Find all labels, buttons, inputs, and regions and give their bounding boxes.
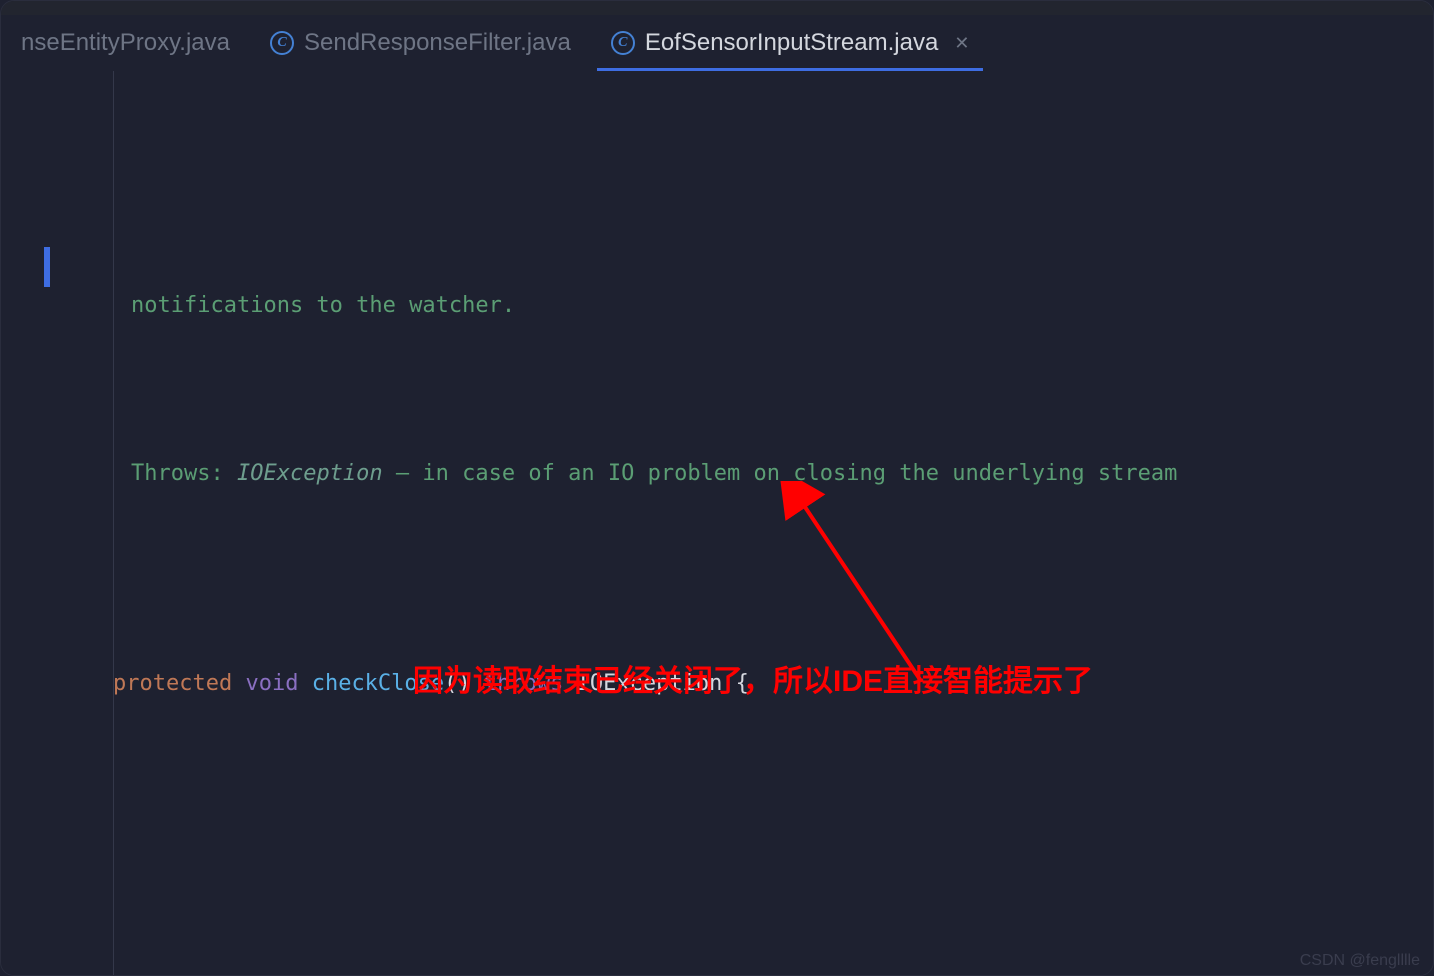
tab-eof-sensor-input-stream[interactable]: C EofSensorInputStream.java ✕ [591,15,990,71]
annotation-text: 因为读取结束已经关闭了，所以IDE直接智能提示了 [413,661,1093,703]
code-area[interactable]: notifications to the watcher. Throws: IO… [51,71,1433,975]
tab-bar: nseEntityProxy.java C SendResponseFilter… [1,15,1433,71]
ide-window: nseEntityProxy.java C SendResponseFilter… [0,0,1434,976]
breakpoint-indicator[interactable] [44,247,50,287]
java-class-icon: C [611,31,635,55]
tab-send-response-filter[interactable]: C SendResponseFilter.java [250,15,591,71]
java-class-icon: C [270,31,294,55]
tab-label: EofSensorInputStream.java [645,29,939,57]
tab-entity-proxy[interactable]: nseEntityProxy.java [1,15,250,71]
close-icon[interactable]: ✕ [954,33,969,54]
blank-line [51,873,1433,915]
window-topbar [1,1,1433,15]
tab-label: SendResponseFilter.java [304,29,571,57]
watermark: CSDN @fenglllle [1300,952,1420,970]
tab-label: nseEntityProxy.java [21,29,230,57]
doc-line: notifications to the watcher. [51,285,1433,327]
gutter [1,71,51,975]
doc-throws-line: Throws: IOException – in case of an IO p… [51,453,1433,495]
editor-area: notifications to the watcher. Throws: IO… [1,71,1433,975]
